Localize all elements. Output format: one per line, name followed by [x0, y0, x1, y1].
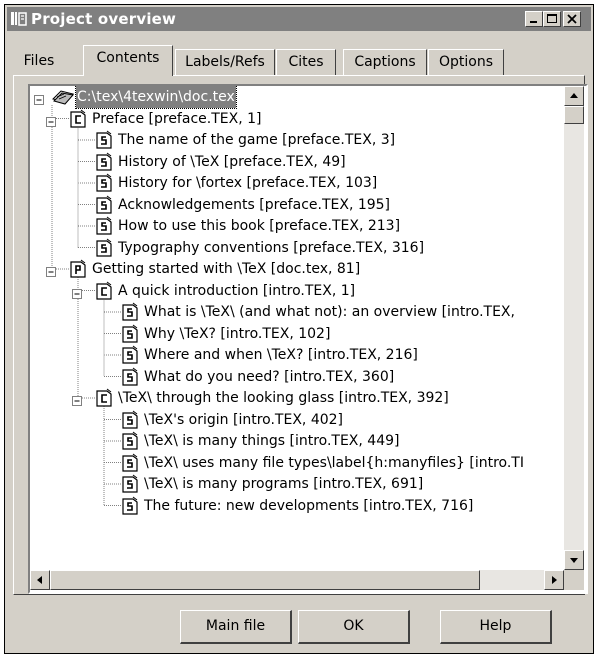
collapse-toggle-icon[interactable]	[72, 285, 83, 299]
tree-item-label: The name of the game [preface.TEX, 3]	[118, 132, 396, 148]
tab-strip: Files Contents Labels/Refs Cites Caption…	[7, 45, 589, 76]
tab-files[interactable]: Files	[11, 49, 67, 75]
tree-item-label: What do you need? [intro.TEX, 360]	[144, 368, 395, 385]
section-icon	[96, 130, 112, 149]
main-file-button[interactable]: Main file	[180, 610, 292, 644]
tree-item-label: \TeX\ is many programs [intro.TEX, 691]	[144, 476, 424, 492]
section-icon	[96, 152, 112, 171]
tree-root-label: C:\tex\4texwin\doc.tex	[75, 86, 237, 109]
scroll-right-button[interactable]	[544, 570, 564, 590]
arrow-left-icon	[37, 576, 42, 584]
scroll-down-button[interactable]	[564, 550, 584, 570]
tab-options[interactable]: Options	[428, 49, 504, 75]
tab-labels-refs[interactable]: Labels/Refs	[175, 49, 275, 75]
scroll-left-button[interactable]	[30, 570, 50, 590]
tree-item-label: Where and when \TeX? [intro.TEX, 216]	[144, 347, 418, 363]
tree-item-label: \TeX\ is many things [intro.TEX, 449]	[144, 433, 400, 449]
section-icon	[96, 195, 112, 214]
title-bar[interactable]: Project overview	[7, 7, 591, 31]
section-icon	[122, 496, 138, 515]
section-icon	[122, 474, 138, 493]
tree-item-label: The future: new developments [intro.TEX,…	[144, 497, 474, 514]
tree-item-label: \TeX's origin [intro.TEX, 402]	[144, 411, 344, 428]
tree-item-label: Why \TeX? [intro.TEX, 102]	[144, 325, 331, 342]
scroll-up-button[interactable]	[564, 86, 584, 106]
tree-item-label: History for \fortex [preface.TEX, 103]	[118, 175, 378, 191]
tex-file-icon	[52, 87, 74, 106]
help-button[interactable]: Help	[440, 610, 552, 644]
section-icon	[122, 453, 138, 472]
section-icon	[96, 216, 112, 235]
close-button[interactable]	[563, 11, 581, 27]
texwin-app-icon	[11, 12, 27, 26]
tree-item-label: Typography conventions [preface.TEX, 316…	[118, 239, 425, 256]
collapse-toggle-icon[interactable]	[46, 263, 57, 277]
collapse-toggle-icon[interactable]	[72, 392, 83, 406]
window-title: Project overview	[31, 10, 177, 28]
minimize-button[interactable]	[525, 11, 543, 27]
vertical-scroll-thumb[interactable]	[564, 106, 584, 124]
tree-item-label: Acknowledgements [preface.TEX, 195]	[118, 196, 391, 213]
section-icon	[96, 238, 112, 257]
section-icon	[122, 431, 138, 450]
close-icon	[567, 14, 577, 24]
horizontal-scroll-thumb[interactable]	[50, 570, 480, 590]
arrow-up-icon	[570, 93, 578, 98]
chapter-icon	[70, 109, 86, 128]
arrow-right-icon	[552, 576, 557, 584]
collapse-toggle-icon[interactable]	[46, 113, 57, 127]
maximize-icon	[547, 14, 557, 23]
tab-cites[interactable]: Cites	[276, 49, 336, 75]
tree-item-label: Preface [preface.TEX, 1]	[92, 110, 262, 127]
tree-item-label: A quick introduction [intro.TEX, 1]	[118, 282, 356, 299]
maximize-button[interactable]	[543, 11, 561, 27]
tab-captions[interactable]: Captions	[343, 49, 427, 75]
vertical-scrollbar[interactable]	[564, 86, 584, 570]
tree-item-label: How to use this book [preface.TEX, 213]	[118, 218, 401, 234]
tree-item-label: History of \TeX [preface.TEX, 49]	[118, 153, 346, 170]
collapse-toggle-icon[interactable]	[34, 91, 45, 105]
chapter-icon	[96, 281, 112, 300]
tree-item-label: Getting started with \TeX [doc.tex, 81]	[92, 261, 361, 277]
tree-item-label: What is \TeX\ (and what not): an overvie…	[144, 304, 515, 320]
section-icon	[122, 367, 138, 386]
tree-item-label: \TeX\ uses many file types\label{h:manyf…	[144, 454, 524, 471]
section-icon	[122, 324, 138, 343]
part-icon	[70, 259, 86, 278]
horizontal-scrollbar[interactable]	[30, 570, 564, 590]
tab-contents[interactable]: Contents	[83, 45, 173, 76]
section-icon	[96, 173, 112, 192]
section-icon	[122, 410, 138, 429]
minimize-icon	[530, 21, 537, 23]
section-icon	[122, 345, 138, 364]
scrollbar-corner	[564, 570, 584, 590]
chapter-icon	[96, 388, 112, 407]
arrow-down-icon	[570, 558, 578, 563]
contents-tree[interactable]: C:\tex\4texwin\doc.tex Preface [preface.T…	[28, 84, 588, 594]
section-icon	[122, 302, 138, 321]
tree-item-label: \TeX\ through the looking glass [intro.T…	[118, 390, 449, 406]
ok-button[interactable]: OK	[298, 610, 410, 644]
